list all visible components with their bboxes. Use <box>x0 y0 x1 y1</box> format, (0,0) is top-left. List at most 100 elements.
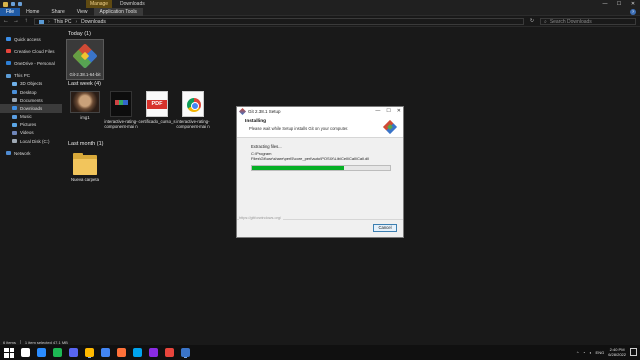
wifi-icon[interactable]: ◔ <box>583 350 585 355</box>
file-item-git-installer[interactable]: Git-2.38.1-64-bit <box>66 39 104 80</box>
sidebar-item-label: Desktop <box>20 89 37 95</box>
sidebar-item-music[interactable]: Music <box>0 113 62 121</box>
folder-icon[interactable] <box>3 1 8 7</box>
spotify-icon[interactable] <box>53 348 62 357</box>
image-thumbnail <box>70 91 100 113</box>
search-input[interactable]: ⌕ Search Downloads <box>540 18 636 25</box>
download-icon <box>12 106 17 111</box>
sidebar-item-desktop[interactable]: Desktop <box>0 88 62 96</box>
cancel-button[interactable]: Cancel <box>373 224 397 232</box>
sidebar-item-onedrive[interactable]: OneDrive - Personal <box>0 59 62 67</box>
chevron-up-icon[interactable]: ^ <box>577 350 579 355</box>
cloud-icon <box>6 61 11 66</box>
dialog-title-bar: Git 2.38.1 Setup — ☐ ✕ <box>237 107 403 116</box>
file-item-nueva-carpeta[interactable]: Nueva carpeta <box>66 153 104 182</box>
clock[interactable]: 2:40 PM 6/28/2022 <box>608 347 626 357</box>
sidebar-item-label: Creative Cloud Files <box>14 48 55 54</box>
sidebar-item-label: This PC <box>14 73 31 79</box>
sidebar-item-label: Quick access <box>14 36 41 42</box>
firefox-icon[interactable] <box>117 348 126 357</box>
chrome-icon[interactable] <box>101 348 110 357</box>
footer-url: https://gitforwindows.org/ <box>239 216 283 220</box>
tab-home[interactable]: Home <box>20 8 45 16</box>
dialog-close-button[interactable]: ✕ <box>397 107 401 116</box>
dialog-title: Git 2.38.1 Setup <box>248 109 281 114</box>
discord-icon[interactable] <box>69 348 78 357</box>
sidebar-item-label: Videos <box>20 130 34 136</box>
file-item-interactive-rating-2[interactable]: interactive-rating-component-mai n <box>174 91 212 129</box>
git-setup-icon[interactable] <box>181 348 190 357</box>
edge-icon[interactable] <box>37 348 46 357</box>
creative-cloud-icon <box>6 49 11 54</box>
chevron-right-icon: › <box>75 18 78 25</box>
app-icon[interactable] <box>149 348 158 357</box>
image-thumbnail <box>110 91 132 117</box>
file-item-certificado[interactable]: PDF certificado_curso_s <box>138 91 176 124</box>
breadcrumb-this-pc[interactable]: This PC <box>54 19 72 25</box>
file-explorer-icon[interactable] <box>85 348 94 357</box>
search-placeholder: Search Downloads <box>549 18 592 25</box>
close-button[interactable]: ✕ <box>626 0 640 8</box>
music-icon <box>12 114 17 119</box>
dialog-footer: https://gitforwindows.org/ Cancel <box>237 216 403 237</box>
windows-start-icon[interactable] <box>4 347 14 358</box>
file-item-interactive-rating-1[interactable]: interactive-rating-component-mai n <box>102 91 140 129</box>
file-item-img1[interactable]: img1 <box>66 91 104 120</box>
maximize-button[interactable]: ☐ <box>612 0 626 8</box>
file-name: interactive-rating-component-mai n <box>176 119 210 129</box>
folder-icon <box>73 153 97 175</box>
refresh-icon[interactable]: ↻ <box>528 18 536 25</box>
notification-icon[interactable] <box>630 348 637 356</box>
back-arrow-icon[interactable]: ← <box>2 17 10 25</box>
group-header-last-month[interactable]: Last month (1) <box>68 141 103 147</box>
group-header-today[interactable]: Today (1) <box>68 31 91 37</box>
tab-share[interactable]: Share <box>45 8 70 16</box>
sidebar-item-documents[interactable]: Documents <box>0 96 62 104</box>
navigation-pane: Quick access Creative Cloud Files OneDri… <box>0 27 62 337</box>
group-header-last-week[interactable]: Last week (4) <box>68 81 101 87</box>
sidebar-item-local-disk[interactable]: Local Disk (C:) <box>0 137 62 145</box>
minimize-button[interactable]: — <box>598 0 612 8</box>
sidebar-item-label: Music <box>20 114 32 120</box>
tab-file[interactable]: File <box>0 7 21 16</box>
video-icon <box>12 130 17 135</box>
sidebar-item-quick-access[interactable]: Quick access <box>0 35 62 43</box>
ribbon-tabs: File Home Share View Application Tools ? <box>0 7 640 16</box>
sidebar-item-label: Local Disk (C:) <box>20 138 50 144</box>
status-text: Extracting files... <box>251 144 282 149</box>
tab-application-tools[interactable]: Application Tools <box>93 7 143 16</box>
pdf-label: PDF <box>147 100 167 109</box>
selection-info: 1 item selected 47.1 MB <box>24 339 68 345</box>
taskbar: ^ ◔ ◖ ENG 2:40 PM 6/28/2022 <box>0 345 640 360</box>
dialog-subheading: Please wait while Setup installs Git on … <box>249 126 349 131</box>
search-icon[interactable] <box>21 348 30 357</box>
store-icon[interactable] <box>133 348 142 357</box>
star-icon <box>6 37 11 42</box>
properties-icon[interactable] <box>11 2 15 6</box>
address-bar[interactable]: › This PC › Downloads <box>34 18 524 25</box>
office-icon[interactable] <box>165 348 174 357</box>
file-name: Nueva carpeta <box>71 177 99 182</box>
breadcrumb-downloads[interactable]: Downloads <box>81 19 106 25</box>
forward-arrow-icon[interactable]: → <box>12 17 20 25</box>
sidebar-item-videos[interactable]: Videos <box>0 129 62 137</box>
tab-view[interactable]: View <box>71 8 94 16</box>
desktop-icon <box>12 90 17 95</box>
sidebar-item-downloads[interactable]: Downloads <box>0 104 62 113</box>
sidebar-item-creative-cloud[interactable]: Creative Cloud Files <box>0 47 62 55</box>
dialog-minimize-button[interactable]: — <box>375 107 380 116</box>
help-icon[interactable]: ? <box>630 9 636 15</box>
chevron-right-icon: › <box>48 18 50 25</box>
sidebar-item-3d-objects[interactable]: 3D Objects <box>0 80 62 88</box>
new-folder-icon[interactable] <box>18 2 22 6</box>
dialog-body: Extracting files... C:\Program Files\Git… <box>237 138 403 171</box>
up-arrow-icon[interactable]: ↑ <box>22 17 30 25</box>
sidebar-item-network[interactable]: Network <box>0 149 62 157</box>
volume-icon[interactable]: ◖ <box>589 350 591 355</box>
computer-icon <box>6 73 11 78</box>
dialog-maximize-button[interactable]: ☐ <box>386 107 390 116</box>
dialog-header: Installing Please wait while Setup insta… <box>237 116 403 138</box>
sidebar-item-this-pc[interactable]: This PC <box>0 72 62 80</box>
sidebar-item-pictures[interactable]: Pictures <box>0 121 62 129</box>
language-indicator[interactable]: ENG <box>596 350 605 355</box>
